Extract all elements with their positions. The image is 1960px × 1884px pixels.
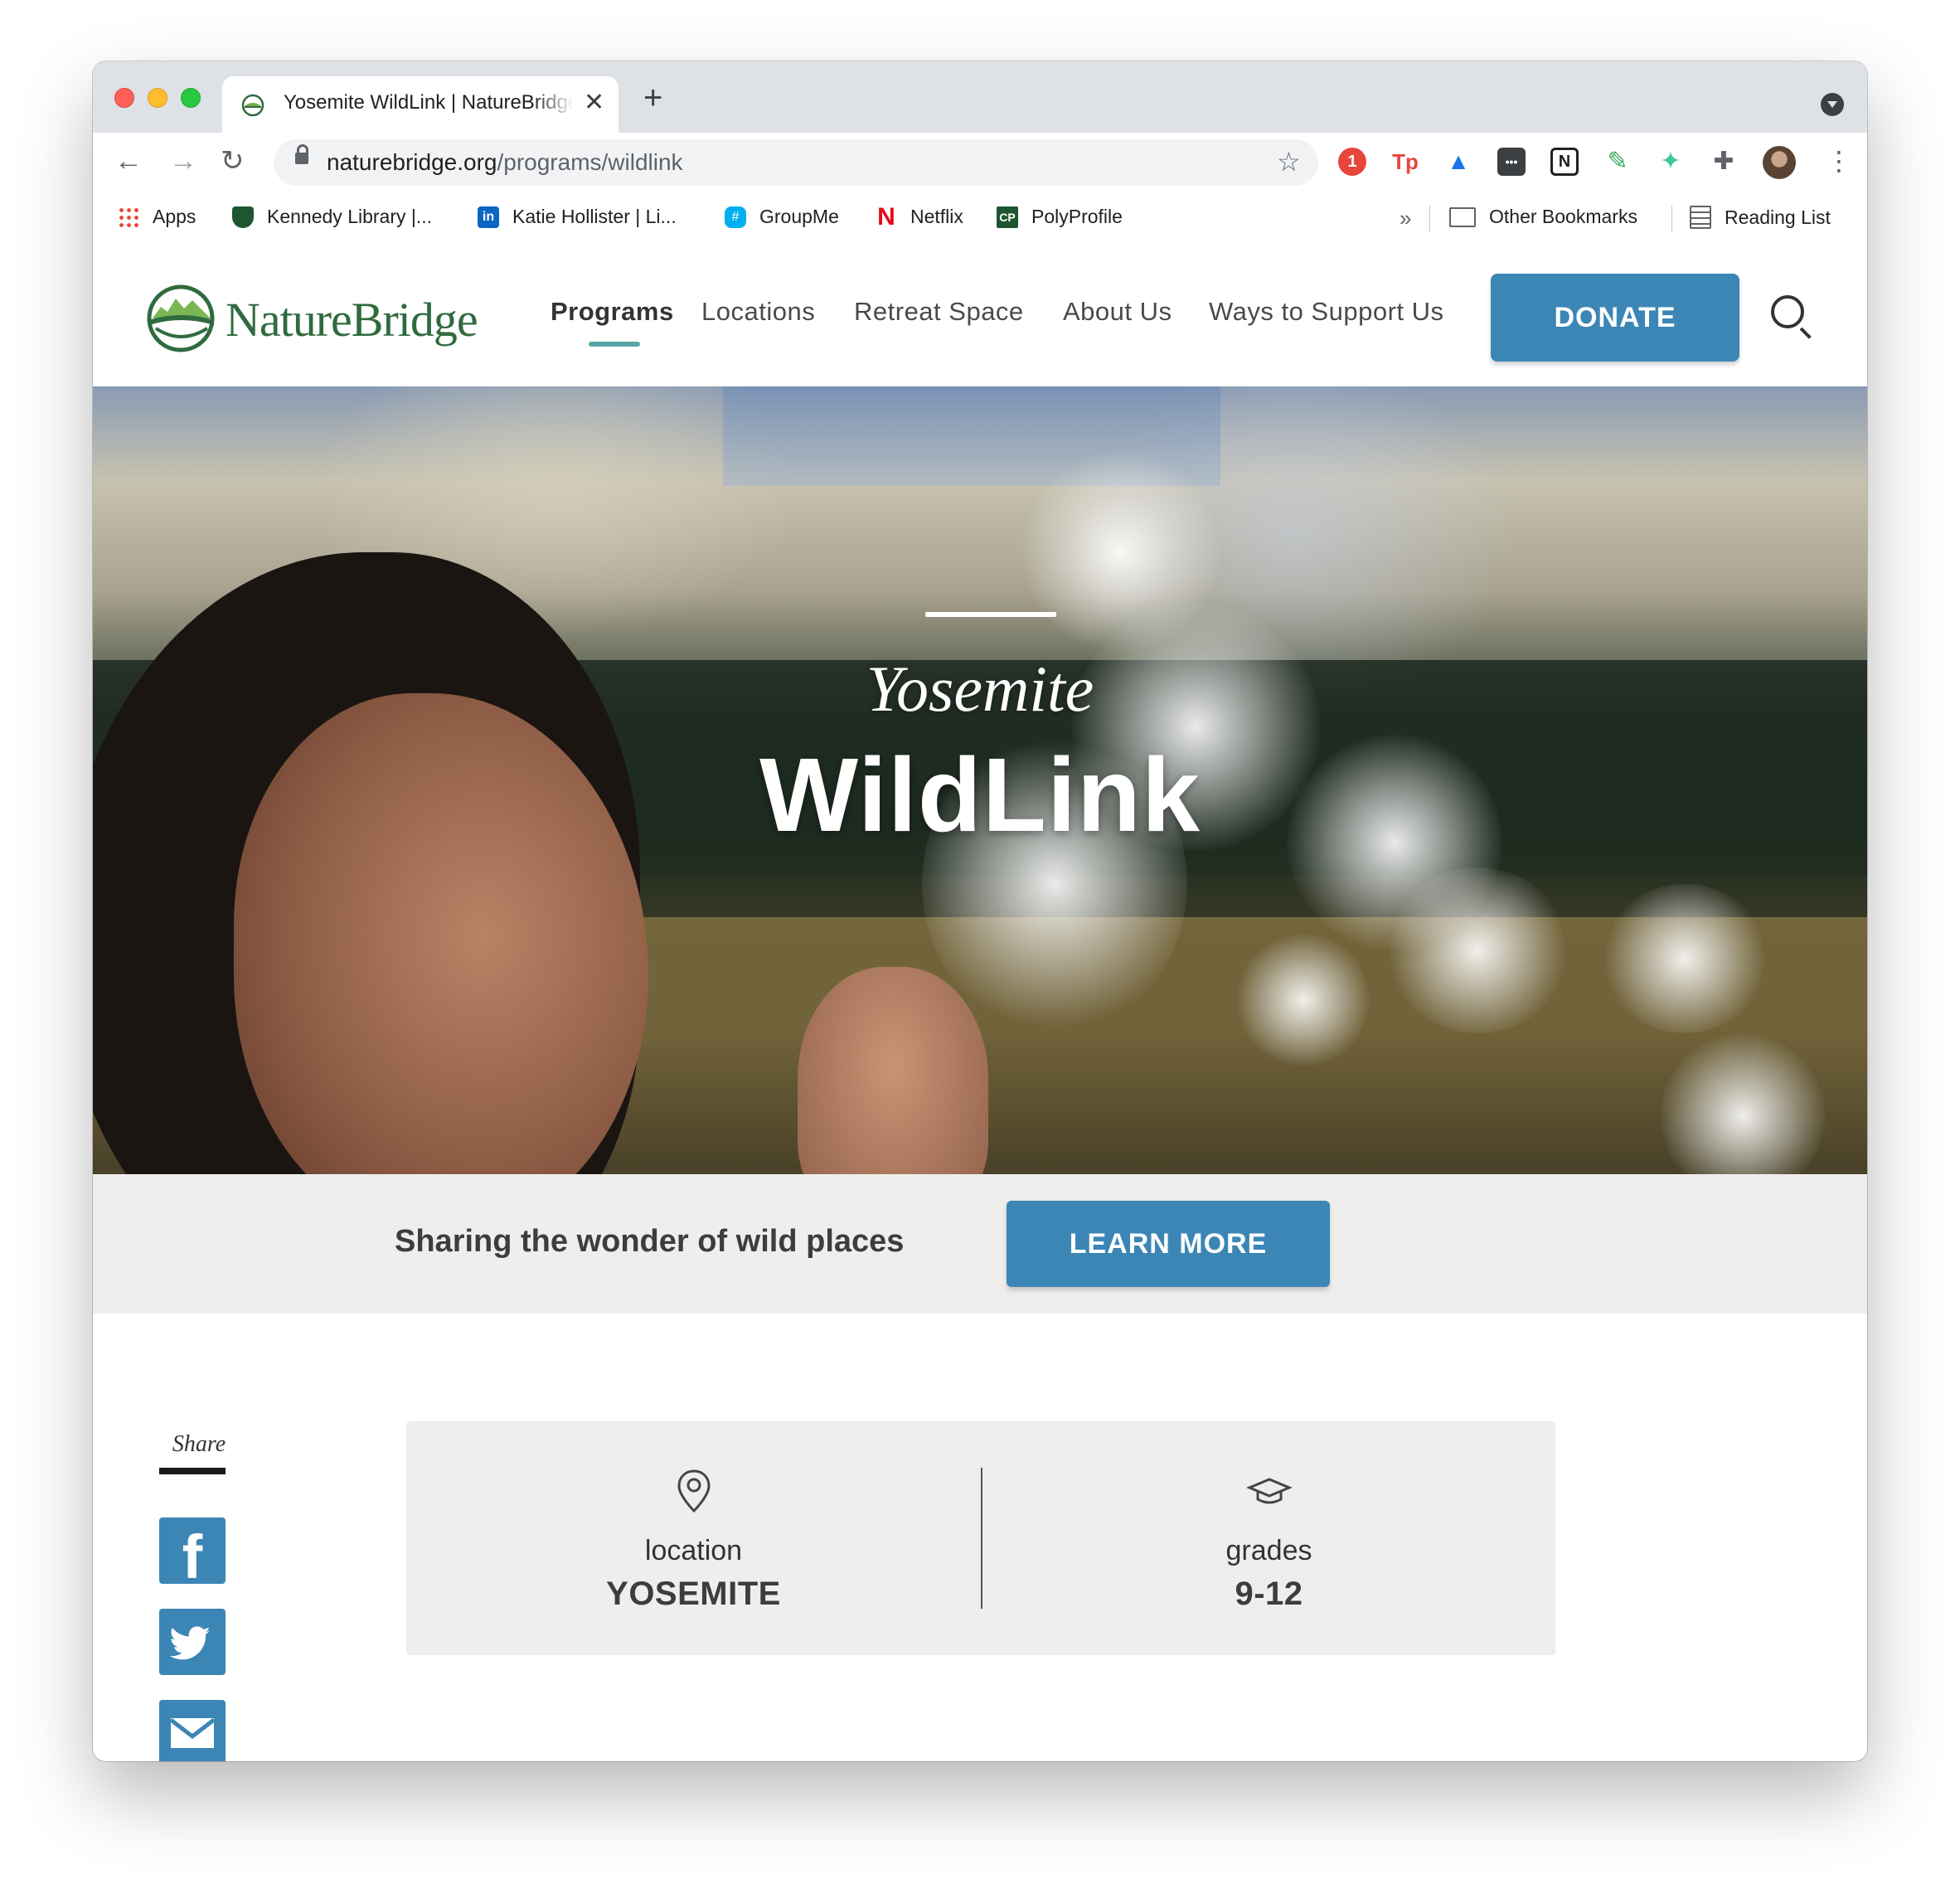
tab-title: Yosemite WildLink | NatureBridge: [284, 91, 574, 114]
logo-wordmark: NatureBridge: [226, 293, 478, 347]
hero-person-hand: [798, 967, 988, 1174]
bookmark-label: PolyProfile: [1031, 206, 1123, 227]
site-header: NatureBridge Programs Locations Retreat …: [93, 245, 1867, 386]
tagline-text: Sharing the wonder of wild places: [395, 1224, 905, 1259]
hummingbird-extension-icon[interactable]: ✦: [1657, 148, 1685, 176]
tagline-band: Sharing the wonder of wild places LEARN …: [93, 1174, 1867, 1313]
hero-subtitle: Yosemite: [866, 653, 1094, 725]
bookmark-label: Kennedy Library |...: [267, 206, 433, 227]
url-text[interactable]: naturebridge.org/programs/wildlink: [327, 149, 683, 176]
address-bar[interactable]: naturebridge.org/programs/wildlink ☆: [274, 139, 1318, 186]
browser-toolbar: ← → ↻ naturebridge.org/programs/wildlink…: [93, 133, 1867, 192]
grades-label: grades: [1225, 1535, 1312, 1566]
bookmarks-bar: Apps Kennedy Library |... in Katie Holli…: [93, 192, 1867, 246]
twitter-bird-icon: [170, 1626, 211, 1660]
back-button[interactable]: ←: [114, 143, 143, 179]
location-value: YOSEMITE: [606, 1576, 781, 1612]
reading-list-button[interactable]: Reading List: [1690, 206, 1831, 229]
tab-search-icon[interactable]: [1821, 93, 1844, 116]
nav-programs[interactable]: Programs: [551, 297, 674, 327]
library-shield-icon: [232, 206, 254, 228]
twitter-icon[interactable]: [159, 1609, 226, 1675]
reading-list-label: Reading List: [1725, 206, 1831, 228]
notion-icon[interactable]: N: [1550, 148, 1579, 176]
map-pin-icon: [677, 1469, 711, 1513]
nav-retreat-space[interactable]: Retreat Space: [854, 297, 1024, 327]
milkweed-seed: [1386, 867, 1569, 1033]
location-label: location: [644, 1535, 743, 1566]
location-column: location YOSEMITE: [406, 1468, 981, 1613]
other-bookmarks-label: Other Bookmarks: [1489, 206, 1637, 227]
bookmarks-overflow-button[interactable]: »: [1400, 206, 1411, 231]
browser-menu-icon[interactable]: ⋮: [1826, 144, 1852, 177]
tab-strip: Yosemite WildLink | NatureBridge ✕ +: [93, 61, 1867, 133]
bookmark-kennedy-library[interactable]: Kennedy Library |...: [232, 206, 432, 228]
naturebridge-logo[interactable]: NatureBridge: [143, 279, 478, 355]
new-tab-button[interactable]: +: [643, 81, 662, 114]
email-icon[interactable]: [159, 1700, 226, 1761]
hero-divider: [925, 612, 1056, 617]
netflix-icon: N: [877, 202, 895, 231]
url-host: naturebridge.org: [327, 149, 497, 175]
bookmark-label: Katie Hollister | Li...: [512, 206, 677, 227]
other-bookmarks-folder[interactable]: Other Bookmarks: [1449, 206, 1637, 228]
graduation-cap-icon: [1245, 1478, 1293, 1504]
bookmark-linkedin[interactable]: in Katie Hollister | Li...: [478, 206, 677, 228]
google-drive-icon[interactable]: ▲: [1444, 148, 1472, 176]
bookmark-divider: [1671, 206, 1672, 232]
program-info-box: location YOSEMITE grades 9-12: [406, 1421, 1555, 1655]
forward-button[interactable]: →: [169, 143, 197, 179]
grades-column: grades 9-12: [982, 1468, 1556, 1613]
bookmark-divider: [1429, 206, 1430, 232]
minimize-window-button[interactable]: [148, 88, 167, 108]
facebook-icon[interactable]: f: [159, 1517, 226, 1584]
nav-about-us[interactable]: About Us: [1063, 297, 1172, 327]
share-label: Share: [172, 1431, 226, 1457]
groupme-icon: #: [725, 206, 746, 228]
tp-extension-icon[interactable]: Tp: [1391, 148, 1419, 176]
nav-ways-to-support[interactable]: Ways to Support Us: [1209, 297, 1444, 327]
dots-extension-icon[interactable]: •••: [1497, 148, 1526, 176]
profile-avatar[interactable]: [1763, 146, 1796, 179]
search-icon[interactable]: [1771, 295, 1804, 328]
linkedin-icon: in: [478, 206, 499, 228]
puzzle-extensions-icon[interactable]: ✚: [1710, 148, 1738, 176]
apps-grid-icon: [118, 206, 139, 228]
bookmark-apps[interactable]: Apps: [118, 206, 196, 228]
bookmark-groupme[interactable]: # GroupMe: [725, 206, 839, 228]
nav-locations[interactable]: Locations: [701, 297, 815, 327]
bookmark-netflix[interactable]: N Netflix: [876, 202, 963, 231]
share-underline: [159, 1468, 226, 1474]
reload-button[interactable]: ↻: [221, 143, 245, 179]
naturebridge-logo-icon: [147, 284, 215, 352]
milkweed-seed: [1237, 934, 1370, 1066]
close-window-button[interactable]: [114, 88, 134, 108]
donate-button[interactable]: DONATE: [1491, 274, 1739, 362]
milkweed-seed: [1602, 884, 1768, 1033]
eyedropper-extension-icon[interactable]: ✎: [1603, 148, 1632, 176]
hero-banner: Yosemite WildLink: [93, 386, 1867, 1174]
extension-badge-icon[interactable]: 1: [1338, 148, 1366, 176]
tab-active[interactable]: Yosemite WildLink | NatureBridge ✕: [222, 76, 619, 133]
nav-active-indicator: [589, 342, 640, 347]
tab-close-icon[interactable]: ✕: [584, 90, 604, 116]
polyprofile-icon: CP: [997, 206, 1018, 228]
bookmark-label: GroupMe: [759, 206, 839, 227]
reading-list-icon: [1690, 206, 1711, 229]
bookmark-label: Netflix: [910, 206, 963, 227]
browser-window: Yosemite WildLink | NatureBridge ✕ + ← →…: [93, 61, 1867, 1761]
envelope-icon: [169, 1718, 216, 1748]
lock-icon: [295, 144, 308, 164]
bookmark-star-icon[interactable]: ☆: [1277, 146, 1301, 177]
naturebridge-favicon-icon: [241, 94, 264, 117]
maximize-window-button[interactable]: [181, 88, 201, 108]
folder-icon: [1449, 206, 1476, 227]
bookmark-polyprofile[interactable]: CP PolyProfile: [997, 206, 1123, 228]
bookmark-label: Apps: [153, 206, 196, 227]
learn-more-button[interactable]: LEARN MORE: [1007, 1201, 1330, 1287]
facebook-glyph: f: [182, 1522, 203, 1584]
hero-title: WildLink: [759, 736, 1201, 853]
grades-value: 9-12: [1235, 1576, 1303, 1612]
url-path: /programs/wildlink: [497, 149, 683, 175]
